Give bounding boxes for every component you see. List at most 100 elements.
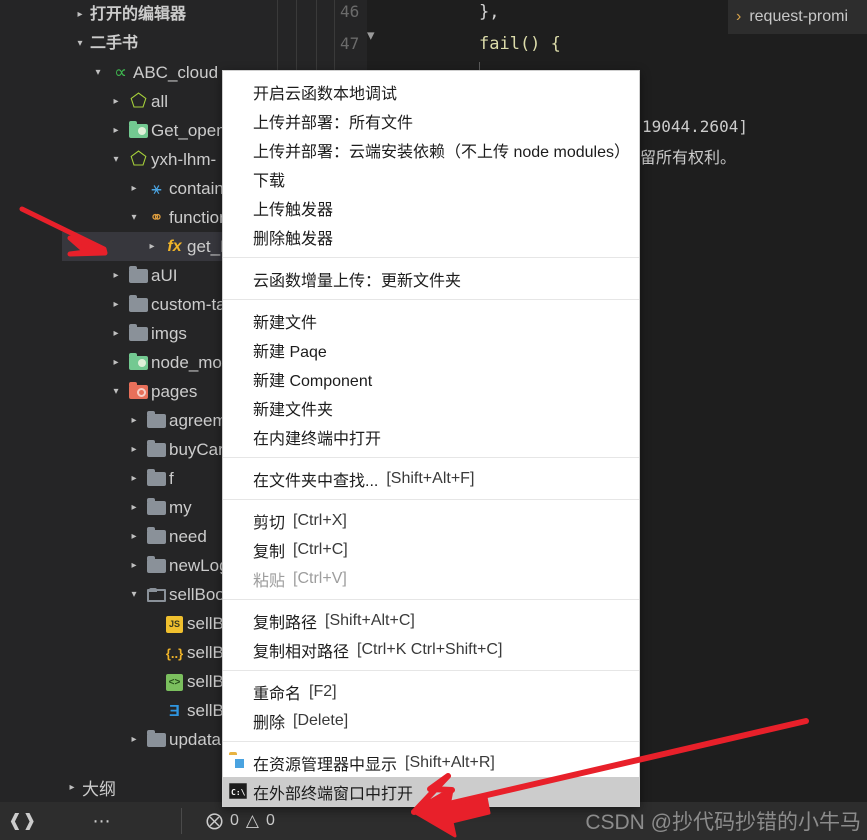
tree-twisty-icon[interactable]: ▸: [106, 116, 126, 145]
explorer-icon: [229, 754, 247, 771]
menu-item-0-5[interactable]: 删除触发器: [223, 222, 639, 251]
menu-separator: [223, 499, 639, 500]
menu-item-2-0[interactable]: 新建文件: [223, 306, 639, 335]
tree-item-label: contain: [169, 179, 224, 198]
folder-green-icon: [129, 121, 148, 139]
menu-item-0-3[interactable]: 下载: [223, 164, 639, 193]
menu-item-shortcut: [Ctrl+V]: [293, 569, 347, 587]
tree-twisty-icon[interactable]: ▸: [142, 638, 162, 667]
tree-twisty-icon[interactable]: ▾: [88, 58, 108, 87]
function-folder-icon: ⚭: [149, 207, 164, 227]
terminal-line-1: 19044.2604]: [642, 117, 748, 136]
chevron-right-icon: ›: [736, 8, 742, 25]
menu-item-0-0[interactable]: 开启云函数本地调试: [223, 77, 639, 106]
ellipsis-icon[interactable]: ⋯: [93, 811, 113, 832]
context-menu[interactable]: 开启云函数本地调试 上传并部署：所有文件 上传并部署：云端安装依赖（不上传 node…: [222, 70, 640, 807]
tree-item-icon: <>: [162, 667, 187, 696]
section-twisty-icon[interactable]: ▸: [70, 0, 90, 29]
tree-twisty-icon[interactable]: ▸: [142, 667, 162, 696]
warning-count: 0: [265, 812, 275, 829]
menu-item-4-2[interactable]: 粘贴 [Ctrl+V]: [223, 564, 639, 593]
menu-item-2-4[interactable]: 在内建终端中打开: [223, 422, 639, 451]
tree-twisty-icon[interactable]: ▾: [106, 145, 126, 174]
section-twisty-icon[interactable]: ▾: [70, 29, 90, 58]
terminal-tab[interactable]: › request-promi: [728, 0, 867, 34]
tree-twisty-icon[interactable]: ▸: [124, 725, 144, 754]
menu-item-2-2[interactable]: 新建 Component: [223, 364, 639, 393]
tree-item-icon: [126, 319, 151, 348]
screenshot-root: ▸ 打开的编辑器 ▾ 二手书 ▾ ∝ ABC_cloud ▸ ⬠ all ▸ Get_open ▾ ⬠ yx…: [0, 0, 867, 840]
tree-item-icon: [126, 116, 151, 145]
tree-twisty-icon[interactable]: ▸: [142, 696, 162, 725]
tree-item-label: f: [169, 469, 174, 488]
tree-twisty-icon[interactable]: ▸: [124, 464, 144, 493]
tree-twisty-icon[interactable]: ▸: [124, 174, 144, 203]
outline-twisty-icon[interactable]: ▸: [62, 773, 82, 802]
tree-twisty-icon[interactable]: ▸: [124, 406, 144, 435]
tree-item-label: imgs: [151, 324, 187, 343]
sidebar-section-0[interactable]: ▸ 打开的编辑器: [62, 0, 367, 29]
tree-item-label: custom-ta: [151, 295, 226, 314]
terminal-line-2: 留所有权利。: [640, 150, 737, 167]
chevron-down-icon[interactable]: ▾: [367, 26, 375, 44]
tree-twisty-icon[interactable]: ▸: [124, 435, 144, 464]
tree-twisty-icon[interactable]: ▾: [124, 580, 144, 609]
menu-item-5-1[interactable]: 复制相对路径 [Ctrl+K Ctrl+Shift+C]: [223, 635, 639, 664]
tree-item-label: my: [169, 498, 192, 517]
tree-item-icon: [126, 377, 151, 406]
tree-item-icon: fx: [162, 232, 187, 261]
error-count: 0: [230, 812, 239, 829]
menu-item-6-1[interactable]: 删除 [Delete]: [223, 706, 639, 735]
tree-item-icon: [144, 435, 169, 464]
line-number-47: 47: [340, 34, 360, 53]
folder-grey-icon: [147, 469, 166, 487]
menu-item-1-0[interactable]: 云函数增量上传：更新文件夹: [223, 264, 639, 293]
folder-grey-icon: [129, 324, 148, 342]
menu-item-shortcut: [Shift+Alt+F]: [386, 469, 475, 487]
menu-item-4-1[interactable]: 复制 [Ctrl+C]: [223, 535, 639, 564]
menu-item-7-0[interactable]: 在资源管理器中显示 [Shift+Alt+R]: [223, 748, 639, 777]
tree-twisty-icon[interactable]: ▸: [106, 290, 126, 319]
menu-item-0-1[interactable]: 上传并部署：所有文件: [223, 106, 639, 135]
tree-item-icon: [126, 348, 151, 377]
tree-twisty-icon[interactable]: ▸: [106, 87, 126, 116]
tree-twisty-icon[interactable]: ▸: [106, 261, 126, 290]
folder-red-icon: [129, 382, 148, 400]
menu-item-6-0[interactable]: 重命名 [F2]: [223, 677, 639, 706]
tree-twisty-icon[interactable]: ▸: [124, 493, 144, 522]
tree-item-icon: [144, 464, 169, 493]
tree-item-icon: [126, 290, 151, 319]
menu-item-7-1[interactable]: C:\ 在外部终端窗口中打开: [223, 777, 639, 806]
menu-item-label: 复制相对路径: [253, 643, 350, 661]
menu-item-4-0[interactable]: 剪切 [Ctrl+X]: [223, 506, 639, 535]
tree-item-label: all: [151, 92, 169, 111]
tree-twisty-icon[interactable]: ▸: [142, 609, 162, 638]
tree-twisty-icon[interactable]: ▸: [106, 348, 126, 377]
sidebar-section-1[interactable]: ▾ 二手书: [62, 29, 367, 58]
folder-grey-icon: [147, 556, 166, 574]
code-line-46: },: [479, 2, 500, 22]
status-bar-problems[interactable]: ⨂ 0 △ 0: [206, 802, 275, 840]
tree-twisty-icon[interactable]: ▾: [124, 203, 144, 232]
tree-twisty-icon[interactable]: ▸: [124, 522, 144, 551]
remote-window-icon[interactable]: ❰❱: [8, 811, 37, 831]
menu-item-2-3[interactable]: 新建文件夹: [223, 393, 639, 422]
menu-separator: [223, 299, 639, 300]
tree-twisty-icon[interactable]: ▸: [124, 551, 144, 580]
tree-twisty-icon[interactable]: ▸: [106, 319, 126, 348]
menu-item-0-2[interactable]: 上传并部署：云端安装依赖（不上传 node modules）: [223, 135, 639, 164]
menu-item-5-0[interactable]: 复制路径 [Shift+Alt+C]: [223, 606, 639, 635]
menu-item-2-1[interactable]: 新建 Paqe: [223, 335, 639, 364]
editor-indent-guide-3: [334, 0, 335, 70]
tree-item-icon: [144, 522, 169, 551]
bowler-hat-icon: ⚹: [151, 178, 162, 198]
menu-item-label: 重命名: [253, 685, 302, 703]
fx-icon: fx: [167, 238, 182, 255]
menu-item-shortcut: [Ctrl+X]: [293, 511, 347, 529]
menu-item-0-4[interactable]: 上传触发器: [223, 193, 639, 222]
tree-twisty-icon[interactable]: ▸: [142, 232, 162, 261]
tree-item-icon: [144, 580, 169, 609]
menu-item-3-0[interactable]: 在文件夹中查找... [Shift+Alt+F]: [223, 464, 639, 493]
tree-twisty-icon[interactable]: ▾: [106, 377, 126, 406]
status-bar-divider: [181, 808, 182, 834]
